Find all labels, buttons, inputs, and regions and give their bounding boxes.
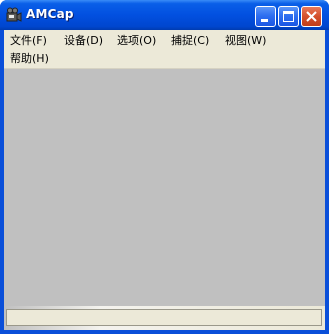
menu-options[interactable]: 选项(O) bbox=[114, 32, 159, 49]
menu-devices[interactable]: 设备(D) bbox=[61, 32, 106, 49]
maximize-button[interactable] bbox=[278, 6, 299, 27]
menu-view[interactable]: 视图(W) bbox=[222, 32, 269, 49]
menu-bar: 文件(F) 设备(D) 选项(O) 捕捉(C) 视图(W) 帮助(H) bbox=[4, 30, 325, 69]
close-icon bbox=[306, 11, 317, 22]
menu-file[interactable]: 文件(F) bbox=[7, 32, 50, 49]
status-bar bbox=[4, 306, 325, 330]
menu-help[interactable]: 帮助(H) bbox=[7, 50, 52, 67]
maximize-icon bbox=[283, 11, 294, 22]
close-button[interactable] bbox=[301, 6, 322, 27]
video-preview-area[interactable] bbox=[4, 69, 325, 306]
status-text bbox=[6, 309, 322, 326]
menu-capture[interactable]: 捕捉(C) bbox=[168, 32, 212, 49]
minimize-icon bbox=[261, 19, 268, 22]
title-bar[interactable]: AMCap bbox=[0, 0, 329, 30]
app-window: AMCap 文件(F) 设备(D) 选项(O) 捕捉(C) 视图(W) 帮助(H… bbox=[0, 0, 329, 334]
window-title: AMCap bbox=[26, 7, 74, 21]
minimize-button[interactable] bbox=[255, 6, 276, 27]
client-area: 文件(F) 设备(D) 选项(O) 捕捉(C) 视图(W) 帮助(H) bbox=[4, 30, 325, 330]
camera-icon[interactable] bbox=[6, 7, 22, 23]
